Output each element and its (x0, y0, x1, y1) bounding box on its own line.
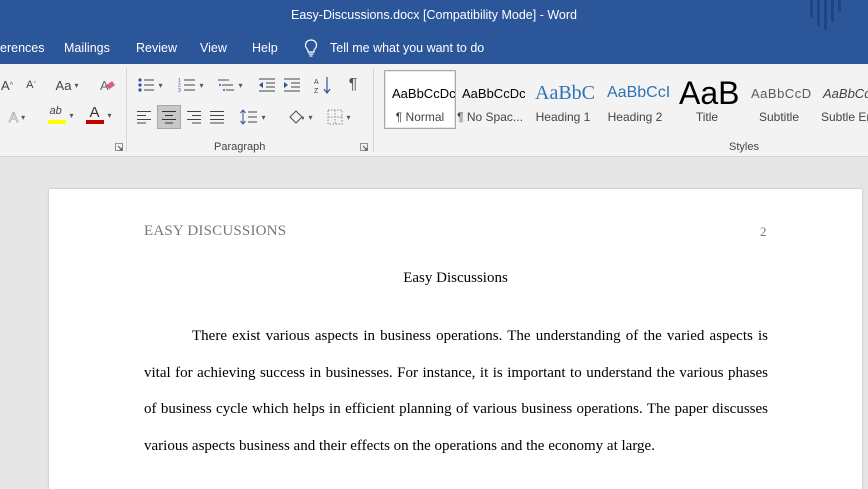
decorative-bar (810, 0, 813, 18)
styles-group-label: Styles (729, 141, 759, 153)
style-name: ¶ No Spac... (457, 110, 523, 124)
style-name: Heading 2 (607, 110, 663, 124)
style-heading-2[interactable]: AaBbCcI Heading 2 (600, 71, 670, 129)
lightbulb-icon (304, 39, 318, 57)
style-preview: AaBbCcD (751, 85, 812, 101)
shading-icon[interactable]: ▾ (283, 107, 317, 127)
style-name: ¶ Normal (395, 110, 445, 124)
style-preview: AaBbCc (823, 85, 868, 101)
style-normal[interactable]: AaBbCcDc ¶ Normal (384, 70, 456, 129)
center-icon[interactable] (157, 105, 181, 129)
tab-mailings[interactable]: Mailings (64, 41, 110, 55)
align-right-icon[interactable] (184, 107, 204, 127)
tell-me-label: Tell me what you want to do (330, 41, 485, 55)
clear-formatting-icon[interactable]: A (98, 75, 116, 95)
body-paragraph[interactable]: There exist various aspects in business … (144, 318, 768, 465)
bullets-icon[interactable]: ▾ (134, 75, 166, 95)
tab-review[interactable]: Review (136, 41, 177, 55)
tab-references[interactable]: erences (0, 41, 44, 55)
group-separator (373, 68, 374, 152)
decrease-indent-icon[interactable] (257, 75, 277, 95)
decrease-font-size-icon[interactable]: Aˇ (24, 75, 38, 95)
document-area[interactable]: EASY DISCUSSIONS 2 Easy Discussions Ther… (0, 157, 868, 489)
style-preview: AaBbC (535, 81, 595, 104)
decorative-bar (824, 0, 827, 30)
borders-icon[interactable]: ▾ (322, 107, 356, 127)
tell-me-search[interactable]: Tell me what you want to do (304, 38, 484, 58)
styles-gallery: AaBbCcDc ¶ Normal AaBbCcDc ¶ No Spac... … (383, 70, 868, 132)
font-color-icon[interactable]: A ▾ (82, 104, 116, 125)
style-heading-1[interactable]: AaBbC Heading 1 (528, 71, 598, 129)
justify-icon[interactable] (207, 107, 227, 127)
decorative-bar (831, 0, 834, 22)
text-effects-icon[interactable]: A ▾ (4, 107, 30, 127)
change-case-button[interactable]: Aa ▾ (52, 75, 82, 95)
multilevel-list-icon[interactable]: ▾ (213, 75, 247, 95)
style-subtle-emphasis[interactable]: AaBbCc Subtle Em (816, 71, 868, 129)
ribbon-tabs: erences Mailings Review View Help Tell m… (0, 32, 868, 64)
document-title: Easy Discussions (403, 270, 508, 286)
tab-help[interactable]: Help (252, 41, 278, 55)
style-name: Heading 1 (535, 110, 591, 124)
numbering-icon[interactable]: 1 2 3 ▾ (174, 75, 208, 95)
style-subtitle[interactable]: AaBbCcD Subtitle (744, 71, 814, 129)
group-separator (126, 68, 127, 152)
page-header: EASY DISCUSSIONS (144, 223, 287, 239)
change-case-label: Aa (55, 77, 72, 93)
line-spacing-icon[interactable]: ▾ (236, 107, 270, 127)
window-title: Easy-Discussions.docx [Compatibility Mod… (291, 8, 577, 22)
style-no-spacing[interactable]: AaBbCcDc ¶ No Spac... (455, 71, 525, 129)
style-preview: AaB (679, 77, 740, 109)
decorative-bar (838, 0, 841, 12)
style-name: Title (695, 110, 719, 124)
style-name: Subtitle (758, 110, 800, 124)
style-title[interactable]: AaB Title (672, 71, 742, 129)
style-name: Subtle Em (821, 110, 868, 124)
style-preview: AaBbCcI (607, 84, 670, 101)
font-dialog-launcher-icon[interactable] (115, 143, 123, 151)
document-page[interactable]: EASY DISCUSSIONS 2 Easy Discussions Ther… (49, 189, 862, 489)
svg-text:A: A (314, 79, 319, 86)
decorative-bar (817, 0, 820, 26)
style-preview: AaBbCcDc (462, 85, 525, 101)
highlight-color-icon[interactable]: ab ▾ (44, 105, 78, 125)
style-preview: AaBbCcDc (392, 85, 455, 101)
ribbon: A ^ Aˇ Aa ▾ A A ▾ ab ▾ A ▾ ▾ 1 2 3 ▾ ▾ AZ ¶ (0, 64, 868, 157)
increase-font-size-icon[interactable]: A ^ (0, 75, 14, 95)
align-left-icon[interactable] (134, 107, 154, 127)
increase-indent-icon[interactable] (282, 75, 302, 95)
show-formatting-marks-icon[interactable]: ¶ (343, 75, 363, 95)
paragraph-dialog-launcher-icon[interactable] (360, 143, 368, 151)
paragraph-group-label: Paragraph (214, 141, 266, 153)
page-number: 2 (760, 224, 767, 239)
svg-text:Z: Z (314, 88, 319, 94)
title-bar: Easy-Discussions.docx [Compatibility Mod… (0, 0, 868, 32)
tab-view[interactable]: View (200, 41, 227, 55)
svg-text:3: 3 (178, 88, 181, 93)
sort-icon[interactable]: AZ (313, 75, 333, 95)
